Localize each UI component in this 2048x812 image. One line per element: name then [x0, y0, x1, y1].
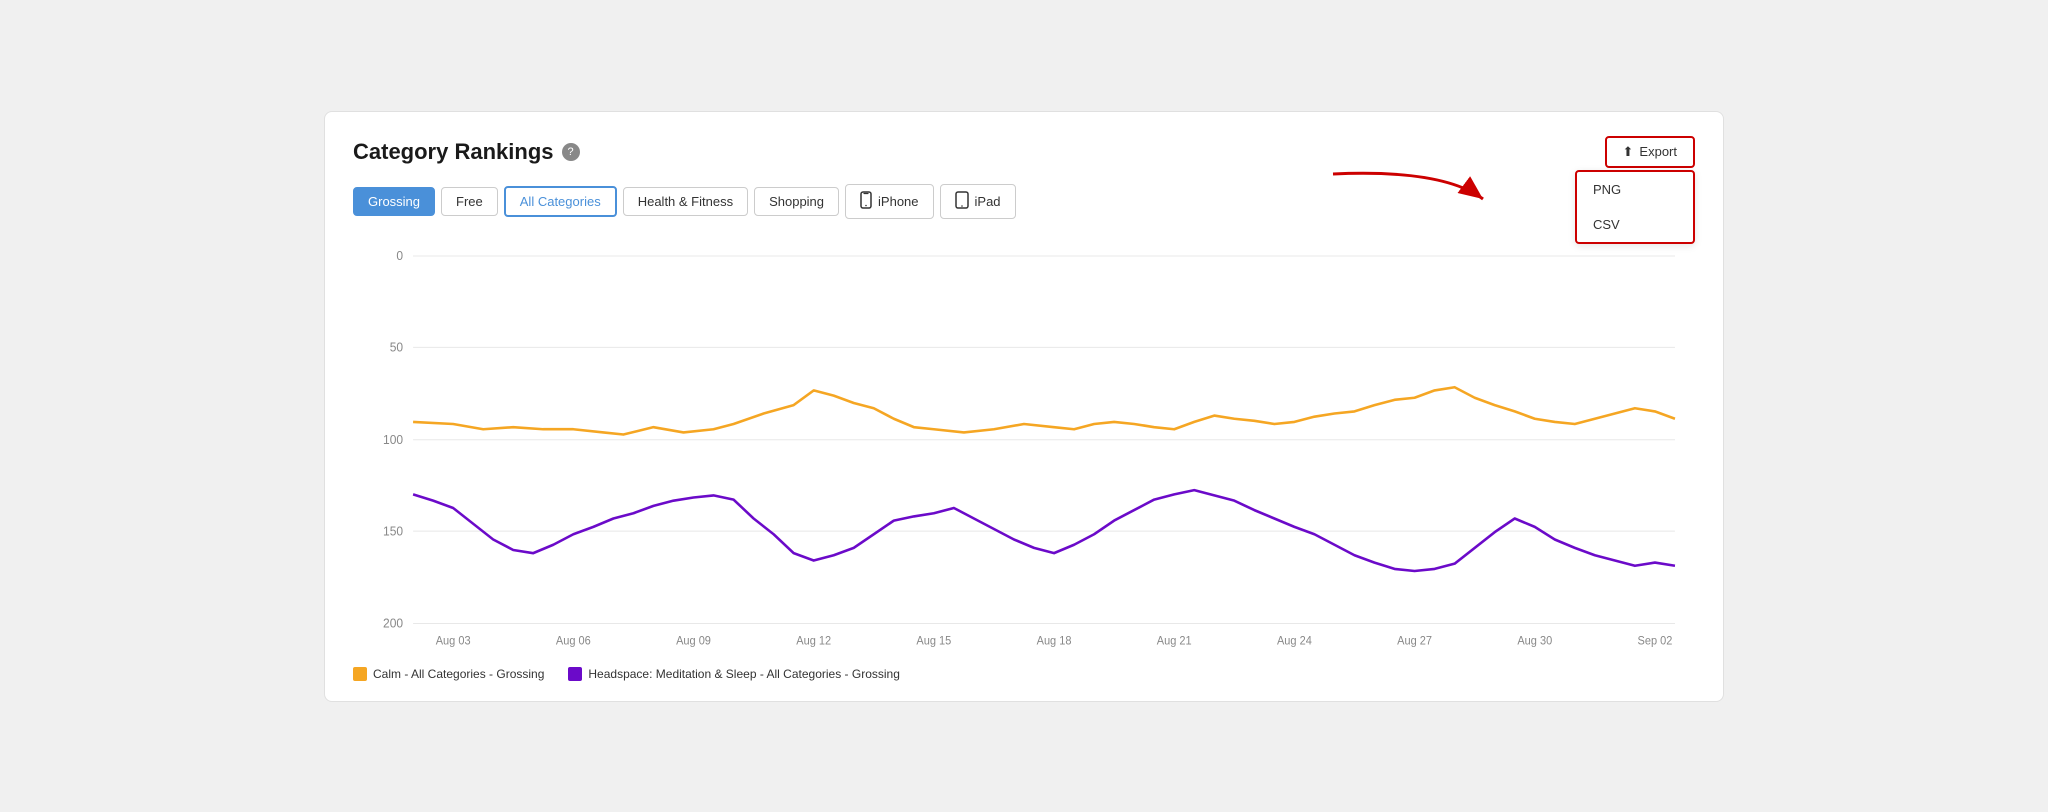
svg-text:Aug 12: Aug 12 [796, 635, 831, 647]
btn-all-categories[interactable]: All Categories [504, 186, 617, 217]
page-title: Category Rankings [353, 139, 554, 165]
svg-text:Aug 18: Aug 18 [1037, 635, 1072, 647]
calm-line [413, 387, 1675, 434]
svg-text:Aug 06: Aug 06 [556, 635, 591, 647]
svg-text:Aug 24: Aug 24 [1277, 635, 1312, 647]
header-row: Category Rankings ? ⬆ Export PNG CSV [353, 136, 1695, 168]
export-csv-option[interactable]: CSV [1577, 207, 1693, 242]
chart-container: 0 50 100 150 200 Aug 03 Aug 06 Aug 09 Au… [353, 235, 1695, 655]
iphone-icon [860, 191, 872, 212]
chart-svg: 0 50 100 150 200 Aug 03 Aug 06 Aug 09 Au… [353, 235, 1695, 655]
btn-shopping[interactable]: Shopping [754, 187, 839, 216]
ipad-icon [955, 191, 969, 212]
svg-text:Aug 21: Aug 21 [1157, 635, 1192, 647]
export-label: Export [1639, 144, 1677, 159]
svg-text:Aug 30: Aug 30 [1517, 635, 1552, 647]
btn-grossing[interactable]: Grossing [353, 187, 435, 216]
btn-free[interactable]: Free [441, 187, 498, 216]
title-area: Category Rankings ? [353, 139, 580, 165]
btn-iphone[interactable]: iPhone [845, 184, 933, 219]
svg-text:200: 200 [383, 616, 403, 630]
svg-text:0: 0 [396, 248, 403, 262]
svg-text:Sep 02: Sep 02 [1638, 635, 1673, 647]
legend-headspace: Headspace: Meditation & Sleep - All Cate… [568, 667, 900, 681]
export-dropdown: PNG CSV [1575, 170, 1695, 244]
legend: Calm - All Categories - Grossing Headspa… [353, 667, 1695, 681]
svg-text:Aug 09: Aug 09 [676, 635, 711, 647]
legend-calm-label: Calm - All Categories - Grossing [373, 667, 544, 681]
help-icon[interactable]: ? [562, 143, 580, 161]
svg-text:50: 50 [390, 340, 404, 354]
svg-text:100: 100 [383, 432, 403, 446]
export-button[interactable]: ⬆ Export [1605, 136, 1695, 168]
legend-calm-color [353, 667, 367, 681]
svg-text:Aug 27: Aug 27 [1397, 635, 1432, 647]
btn-ipad[interactable]: iPad [940, 184, 1016, 219]
export-upload-icon: ⬆ [1623, 144, 1634, 160]
svg-text:150: 150 [383, 524, 403, 538]
legend-calm: Calm - All Categories - Grossing [353, 667, 544, 681]
btn-health-fitness[interactable]: Health & Fitness [623, 187, 748, 216]
svg-text:Aug 03: Aug 03 [436, 635, 471, 647]
main-card: Category Rankings ? ⬆ Export PNG CSV Gro… [324, 111, 1724, 702]
legend-headspace-color [568, 667, 582, 681]
export-png-option[interactable]: PNG [1577, 172, 1693, 207]
toolbar: Grossing Free All Categories Health & Fi… [353, 184, 1695, 219]
svg-text:Aug 15: Aug 15 [916, 635, 951, 647]
legend-headspace-label: Headspace: Meditation & Sleep - All Cate… [588, 667, 900, 681]
export-area: ⬆ Export PNG CSV [1605, 136, 1695, 168]
